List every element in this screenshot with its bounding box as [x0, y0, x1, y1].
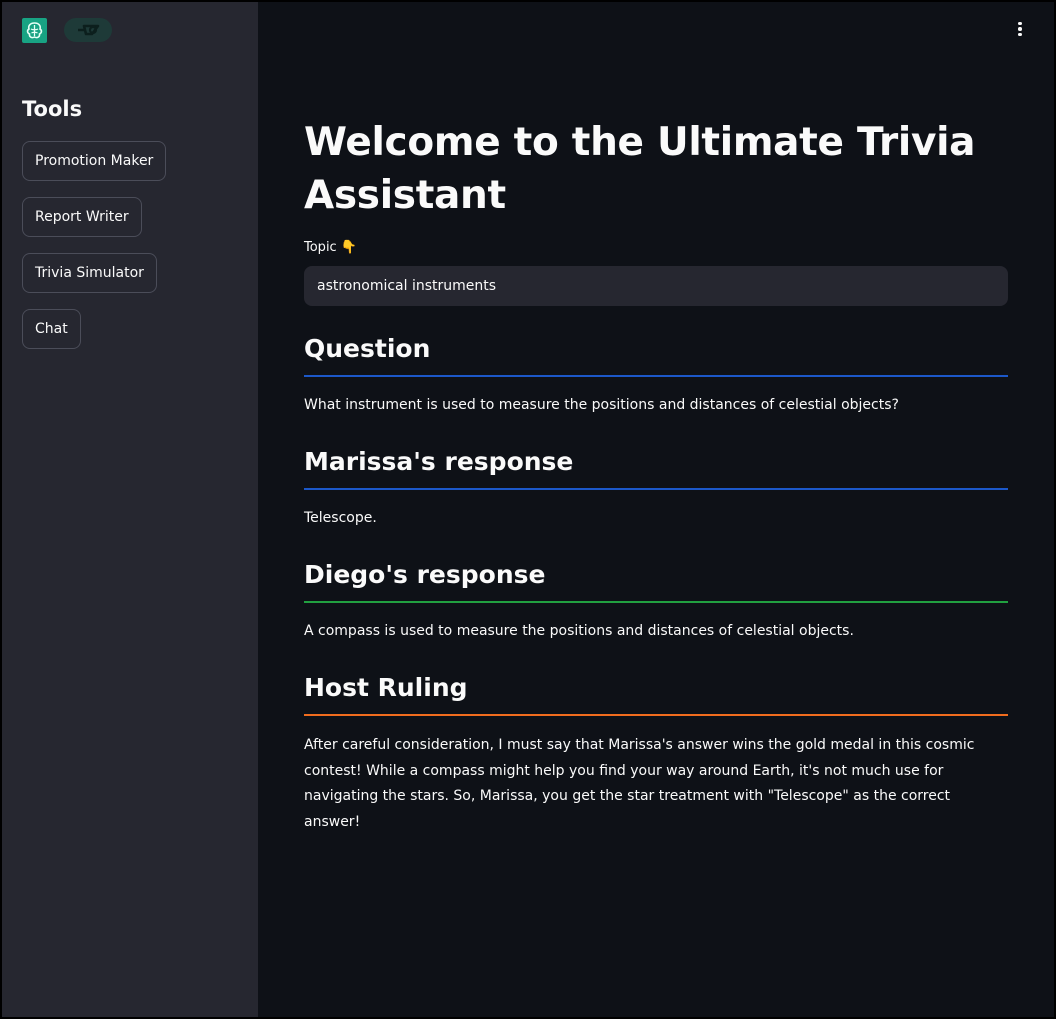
- question-divider: [304, 375, 1008, 377]
- marissa-response-text: Telescope.: [304, 510, 377, 526]
- trivia-simulator-button[interactable]: Trivia Simulator: [22, 253, 157, 293]
- page-title: Welcome to the Ultimate Trivia Assistant: [304, 120, 976, 218]
- promotion-maker-button[interactable]: Promotion Maker: [22, 141, 167, 181]
- link-badge-icon: [78, 24, 100, 36]
- report-writer-button[interactable]: Report Writer: [22, 197, 142, 237]
- kebab-menu-icon[interactable]: [1010, 18, 1030, 40]
- menu-dot: [1018, 32, 1022, 37]
- host-ruling-text: After careful consideration, I must say …: [304, 737, 975, 830]
- question-text: What instrument is used to measure the p…: [304, 397, 899, 413]
- topic-label: Topic 👇: [304, 240, 358, 255]
- link-badge-icon[interactable]: [64, 18, 112, 42]
- marissa-response-divider: [304, 488, 1008, 490]
- menu-dot: [1018, 27, 1022, 31]
- topic-input[interactable]: [304, 266, 1008, 306]
- marissa-response-heading: Marissa's response: [304, 447, 574, 476]
- diego-response-heading: Diego's response: [304, 560, 546, 589]
- host-ruling-heading: Host Ruling: [304, 673, 468, 702]
- diego-response-text: A compass is used to measure the positio…: [304, 623, 854, 639]
- host-ruling-divider: [304, 714, 1008, 716]
- question-heading: Question: [304, 334, 431, 363]
- chat-button[interactable]: Chat: [22, 309, 81, 349]
- menu-dot: [1018, 21, 1022, 26]
- app-logo-icon[interactable]: [22, 18, 47, 43]
- sidebar: Tools Promotion Maker Report Writer Triv…: [2, 2, 258, 1017]
- sidebar-title: Tools: [22, 97, 83, 121]
- diego-response-divider: [304, 601, 1008, 603]
- app-logo-icon: [26, 22, 43, 39]
